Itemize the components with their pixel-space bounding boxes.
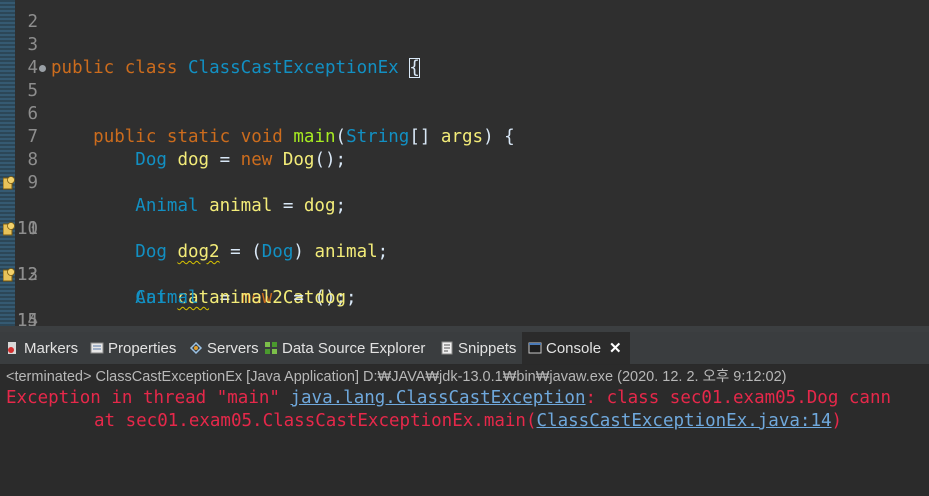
console-stack-line: at sec01.exam05.ClassCastExceptionEx.mai… <box>94 410 842 433</box>
code-line: 2 <box>0 0 929 32</box>
code-line: 4 <box>0 34 929 78</box>
tab-label: Markers <box>24 339 79 357</box>
code-line: 11 <box>0 195 929 239</box>
code-line: 9 Animal animal = dog; <box>0 149 929 216</box>
tab-snippets[interactable]: Snippets <box>440 332 516 364</box>
tab-servers[interactable]: Servers <box>189 332 259 364</box>
code-line: 6 <box>0 80 929 124</box>
exception-link[interactable]: java.lang.ClassCastException <box>290 388 585 408</box>
code-line: 3 public class ClassCastExceptionEx { <box>0 11 929 78</box>
close-icon[interactable]: ✕ <box>609 339 622 357</box>
properties-icon <box>90 342 104 354</box>
code-line: 5 public static void main(String[] args)… <box>0 57 929 147</box>
tab-data-source-explorer[interactable]: Data Source Explorer <box>264 332 425 364</box>
code-line: 13 Animal animal2 = dog; <box>0 241 929 308</box>
tab-label: Servers <box>207 339 259 357</box>
tab-label: Properties <box>108 339 177 357</box>
snippets-icon <box>441 341 453 355</box>
code-line: 15 } <box>0 287 929 326</box>
tab-console[interactable]: Console ✕ <box>522 332 630 364</box>
warning-marker-icon[interactable] <box>3 176 15 190</box>
stack-text: at sec01.exam05.ClassCastExceptionEx.mai… <box>94 411 537 431</box>
console-icon <box>528 342 542 354</box>
warning-marker-icon[interactable] <box>3 268 15 282</box>
console-status: <terminated> ClassCastExceptionEx [Java … <box>6 369 787 385</box>
tab-label: Data Source Explorer <box>282 339 426 357</box>
code-line: 12 Cat cat = new Cat(); <box>0 218 929 308</box>
view-tab-bar: Markers Properties Servers Data Source E… <box>0 332 929 365</box>
code-line: 16 <box>0 310 929 326</box>
warning-marker-icon[interactable] <box>3 222 15 236</box>
servers-icon <box>189 341 203 355</box>
code-line: 7 Dog dog = new Dog(); <box>0 103 929 170</box>
error-text: Exception in thread "main" <box>6 388 291 408</box>
code-editor[interactable]: 2 3 public class ClassCastExceptionEx { … <box>0 0 929 326</box>
tab-label: Console <box>546 339 602 357</box>
source-link[interactable]: ClassCastExceptionEx.java:14 <box>537 411 832 431</box>
console-error-line: Exception in thread "main" java.lang.Cla… <box>6 387 891 410</box>
tab-markers[interactable]: Markers <box>6 332 78 364</box>
console-output[interactable]: <terminated> ClassCastExceptionEx [Java … <box>0 365 929 496</box>
tab-label: Snippets <box>458 339 517 357</box>
code-line: 8 <box>0 126 929 170</box>
error-text: : class sec01.exam05.Dog cann <box>585 388 892 408</box>
stack-text: ) <box>831 411 843 431</box>
tab-properties[interactable]: Properties <box>90 332 176 364</box>
data-source-explorer-icon <box>265 342 277 354</box>
code-line: 14 Cat cat2 = (Cat) animal2; <box>0 264 929 326</box>
markers-icon <box>8 342 16 354</box>
fold-toggle-icon[interactable] <box>39 65 46 72</box>
code-line: 10 Dog dog2 = (Dog) animal; <box>0 172 929 262</box>
